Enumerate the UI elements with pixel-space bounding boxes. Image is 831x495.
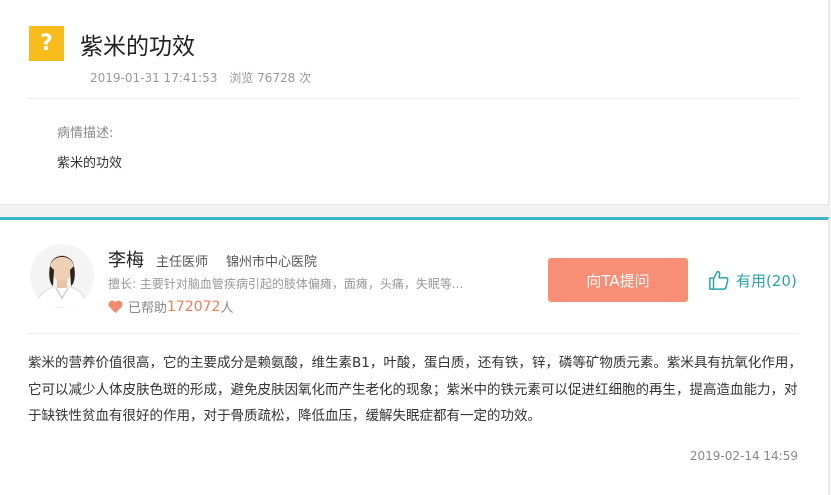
divider xyxy=(28,98,798,99)
question-datetime: 2019-01-31 17:41:53 xyxy=(90,71,218,85)
ask-doctor-button[interactable]: 向TA提问 xyxy=(548,258,688,302)
doctor-avatar[interactable] xyxy=(30,244,94,308)
answer-text: 紫米的营养价值很高，它的主要成分是赖氨酸，维生素B1，叶酸，蛋白质，还有铁，锌，… xyxy=(28,355,802,424)
question-meta: 2019-01-31 17:41:53 浏览 76728 次 xyxy=(90,69,311,86)
heart-icon xyxy=(108,300,123,313)
divider xyxy=(28,333,798,334)
helped-number: 172072 xyxy=(167,298,221,315)
useful-button[interactable]: 有用(20) xyxy=(708,269,797,291)
thumbs-up-icon xyxy=(709,270,729,290)
doctor-title: 主任医师 xyxy=(156,255,209,270)
description-label: 病情描述: xyxy=(57,126,114,141)
doctor-name[interactable]: 李梅 xyxy=(108,246,144,272)
useful-label: 有用(20) xyxy=(736,271,797,290)
answer-card: 李梅 主任医师 锦州市中心医院 擅长: 主要针对脑血管疾病引起的肢体偏瘫，面瘫，… xyxy=(0,217,829,495)
description-text: 紫米的功效 xyxy=(57,156,123,171)
doctor-helped-count: 已帮助 172072 人 xyxy=(108,297,233,316)
helped-prefix: 已帮助 xyxy=(128,301,168,316)
question-card: ? 紫米的功效 2019-01-31 17:41:53 浏览 76728 次 病… xyxy=(0,0,829,205)
doctor-hospital: 锦州市中心医院 xyxy=(226,255,318,270)
question-badge-icon: ? xyxy=(29,26,64,61)
helped-suffix: 人 xyxy=(220,301,234,316)
question-title: 紫米的功效 xyxy=(80,34,195,60)
answer-date: 2019-02-14 14:59 xyxy=(689,449,798,463)
doctor-specialty: 擅长: 主要针对脑血管疾病引起的肢体偏瘫，面瘫，头痛，失眠等... xyxy=(108,277,464,291)
question-views: 浏览 76728 次 xyxy=(229,71,312,85)
